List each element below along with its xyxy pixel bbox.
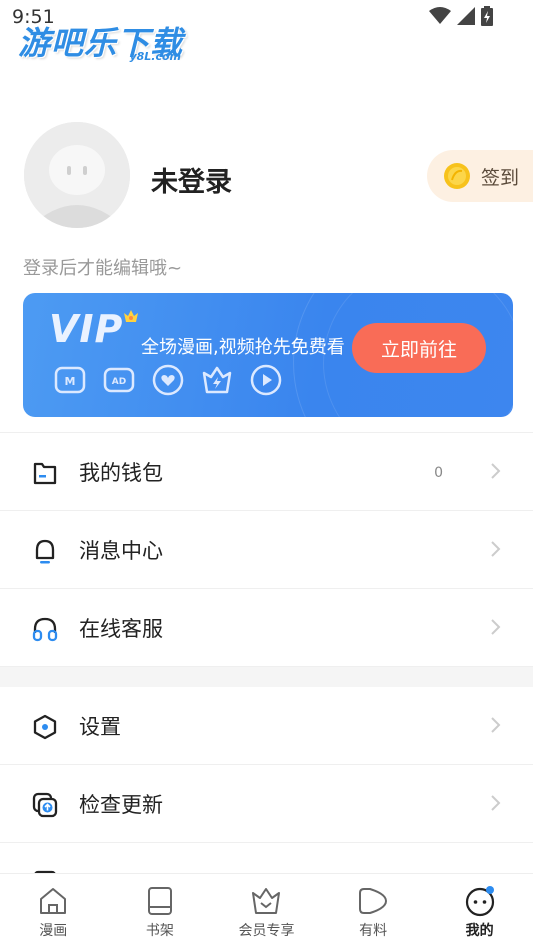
tab-discover[interactable]: 有料 xyxy=(320,874,427,948)
wallet-balance: 0 xyxy=(434,465,443,481)
vip-go-button[interactable]: 立即前往 xyxy=(352,323,486,373)
vip-banner[interactable]: VIP 全场漫画,视频抢先免费看 立即前往 M AD xyxy=(23,293,513,417)
svg-text:AD: AD xyxy=(112,377,126,387)
home-icon xyxy=(40,888,67,914)
tab-bookshelf[interactable]: 书架 xyxy=(107,874,214,948)
settings-hexagon-icon xyxy=(33,714,57,740)
vip-crown-badge-icon xyxy=(124,310,138,322)
menu-label: 在线客服 xyxy=(79,617,163,641)
speed-icon xyxy=(200,363,234,397)
login-hint: 登录后才能编辑哦~ xyxy=(23,258,183,279)
update-icon xyxy=(32,792,58,818)
chevron-right-icon xyxy=(491,541,501,557)
default-avatar-icon xyxy=(24,122,130,228)
ad-free-icon: AD xyxy=(102,363,136,397)
menu-label: 消息中心 xyxy=(79,539,163,563)
menu-label: 设置 xyxy=(79,715,121,739)
tab-label: 漫画 xyxy=(39,923,68,939)
chevron-right-icon xyxy=(491,795,501,811)
wallet-icon xyxy=(33,462,57,485)
tab-mine[interactable]: 我的 xyxy=(426,874,533,948)
video-play-icon xyxy=(249,363,283,397)
tab-vip[interactable]: 会员专享 xyxy=(213,874,320,948)
tab-label: 有料 xyxy=(359,923,388,939)
bookshelf-icon xyxy=(147,887,172,915)
menu-group-account: 我的钱包 0 消息中心 在线客服 xyxy=(0,432,533,667)
tab-comics[interactable]: 漫画 xyxy=(0,874,107,948)
coin-icon xyxy=(444,163,470,189)
chevron-right-icon xyxy=(491,463,501,479)
signin-label: 签到 xyxy=(481,166,520,189)
battery-icon xyxy=(481,6,493,26)
headset-icon xyxy=(32,617,58,642)
vip-crown-icon xyxy=(252,888,281,914)
menu-item-messages[interactable]: 消息中心 xyxy=(0,511,533,589)
menu-item-support[interactable]: 在线客服 xyxy=(0,589,533,667)
bottom-tab-bar: 漫画 书架 会员专享 有料 我的 xyxy=(0,873,533,948)
tab-label: 我的 xyxy=(465,923,494,939)
manga-icon: M xyxy=(53,363,87,397)
section-divider xyxy=(0,667,533,687)
menu-label: 检查更新 xyxy=(79,793,163,817)
menu-item-wallet[interactable]: 我的钱包 0 xyxy=(0,433,533,511)
profile-header: 未登录 签到 xyxy=(0,120,533,230)
user-name[interactable]: 未登录 xyxy=(151,160,232,199)
svg-text:M: M xyxy=(65,375,76,388)
vip-feature-icons: M AD xyxy=(53,363,283,397)
vip-logo: VIP xyxy=(49,307,124,351)
vip-slogan: 全场漫画,视频抢先免费看 xyxy=(141,337,345,358)
tab-label: 书架 xyxy=(145,923,174,939)
profile-face-icon xyxy=(465,886,494,917)
watermark-domain: y8L.com xyxy=(129,50,182,63)
avatar[interactable] xyxy=(24,122,130,228)
menu-item-settings[interactable]: 设置 xyxy=(0,687,533,765)
chevron-right-icon xyxy=(491,619,501,635)
bell-icon xyxy=(35,539,55,564)
signin-button[interactable]: 签到 xyxy=(427,150,533,202)
heart-icon xyxy=(151,363,185,397)
watermark-logo: 游吧乐下载 y8L.com xyxy=(18,18,183,64)
wifi-icon xyxy=(429,7,451,24)
menu-item-update[interactable]: 检查更新 xyxy=(0,765,533,843)
play-bubble-icon xyxy=(359,888,388,914)
chevron-right-icon xyxy=(491,717,501,733)
signal-icon xyxy=(457,7,475,25)
tab-label: 会员专享 xyxy=(238,923,295,939)
menu-label: 我的钱包 xyxy=(79,461,163,485)
status-icons xyxy=(429,6,493,26)
